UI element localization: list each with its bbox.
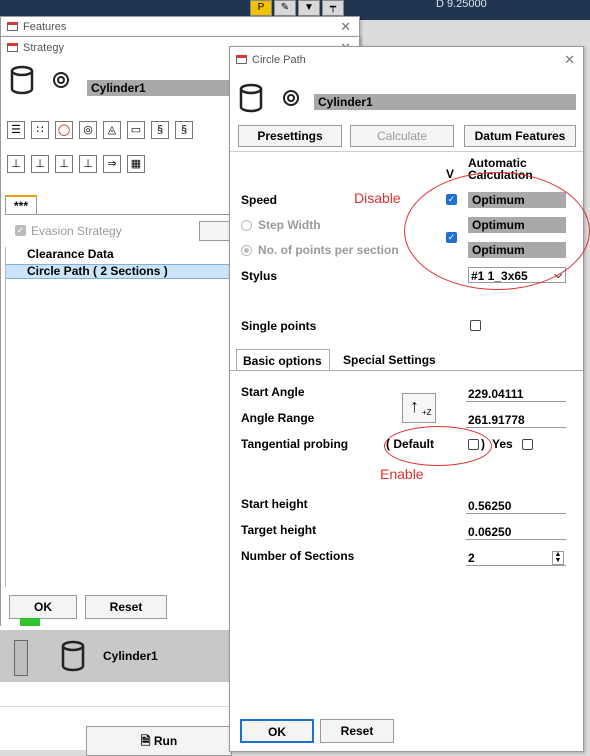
app-icon — [7, 22, 18, 31]
helix2-icon[interactable]: § — [175, 121, 193, 139]
cylinder-icon — [61, 640, 85, 672]
strategy-reset-button[interactable]: Reset — [85, 595, 167, 619]
direction-button[interactable]: ↑ +Z — [402, 393, 436, 423]
cylinder-path-icon[interactable]: ▭ — [127, 121, 145, 139]
close-icon[interactable]: ✕ — [340, 17, 351, 37]
arrow-up-icon: ↑ — [410, 396, 419, 416]
spinner-icon[interactable]: ▲ ▼ — [552, 551, 564, 565]
reset-button[interactable]: Reset — [320, 719, 394, 743]
arrow-right-icon[interactable]: ⇒ — [103, 155, 121, 173]
coordinate-readout: D 9.25000 — [436, 0, 487, 10]
angle-range-input[interactable]: 261.91778 — [466, 412, 566, 428]
calculate-button[interactable]: Calculate — [350, 125, 454, 147]
feature-row-name: Cylinder1 — [103, 649, 158, 663]
num-sections-value: 2 — [468, 551, 475, 565]
close-icon[interactable]: ✕ — [564, 47, 575, 73]
tab-divider — [5, 214, 265, 215]
yes-checkbox[interactable] — [522, 439, 533, 450]
start-angle-input[interactable]: 229.04111 — [466, 386, 566, 402]
probe-down-icon[interactable]: ⊥ — [7, 155, 25, 173]
single-points-checkbox[interactable] — [470, 320, 481, 331]
annotation-enable: Enable — [380, 466, 424, 482]
list-icon[interactable]: ☰ — [7, 121, 25, 139]
triangle-circle-icon[interactable]: ◬ — [103, 121, 121, 139]
datum-features-button[interactable]: Datum Features — [464, 125, 576, 147]
tab-special-settings[interactable]: Special Settings — [343, 353, 436, 367]
status-indicator — [20, 618, 40, 626]
app-icon — [7, 43, 18, 52]
angle-range-label: Angle Range — [241, 411, 315, 425]
helix-icon[interactable]: § — [151, 121, 169, 139]
points-icon[interactable]: ∷ — [31, 121, 49, 139]
tangential-label: Tangential probing — [241, 437, 349, 451]
arrow-down-icon[interactable]: ▼ — [298, 0, 320, 16]
step-width-radio[interactable] — [241, 220, 252, 231]
circle-path-titlebar: Circle Path ✕ — [230, 47, 583, 73]
start-height-label: Start height — [241, 497, 308, 511]
annotation-ellipse-enable — [384, 426, 492, 466]
panel-divider — [0, 706, 232, 707]
yes-label: Yes — [492, 437, 513, 451]
flag-icon[interactable]: P — [250, 0, 272, 16]
circle-target-icon — [53, 72, 69, 88]
strategy-ok-button[interactable]: OK — [9, 595, 77, 619]
feature-name-field[interactable]: Cylinder1 — [87, 80, 237, 96]
feature-panel: Cylinder1 🗎 Run — [0, 618, 232, 756]
circle-path-window: Circle Path ✕ Cylinder1 Presettings Calc… — [229, 46, 584, 752]
points-per-section-label: No. of points per section — [258, 243, 399, 257]
cylinder-icon — [239, 83, 263, 113]
pin-icon[interactable]: ┯ — [322, 0, 344, 16]
list-item-circle-path[interactable]: Circle Path ( 2 Sections ) — [27, 264, 168, 278]
ok-button[interactable]: OK — [240, 719, 314, 743]
single-points-label: Single points — [241, 319, 317, 333]
cube-icon[interactable]: ▦ — [127, 155, 145, 173]
strategy-title: Strategy — [23, 42, 64, 54]
evasion-label: Evasion Strategy — [31, 224, 122, 238]
run-label: Run — [153, 734, 178, 748]
annotation-ellipse-disable — [404, 172, 590, 290]
target-height-label: Target height — [241, 523, 317, 537]
pen-icon[interactable]: ✎ — [274, 0, 296, 16]
list-border — [5, 247, 6, 587]
num-sections-stepper[interactable]: 2 ▲ ▼ — [466, 550, 566, 566]
points-per-section-radio[interactable] — [241, 245, 252, 256]
target-height-input[interactable]: 0.06250 — [466, 524, 566, 540]
run-icon: 🗎 — [140, 734, 154, 748]
circle-target-icon — [283, 90, 299, 106]
direction-badge: +Z — [422, 408, 432, 417]
run-button[interactable]: 🗎 Run — [86, 726, 232, 756]
presettings-button[interactable]: Presettings — [238, 125, 342, 147]
tab-divider — [230, 370, 583, 371]
speed-label: Speed — [241, 193, 278, 207]
step-width-label: Step Width — [258, 218, 321, 232]
probe-multi2-icon[interactable]: ⊥ — [79, 155, 97, 173]
circle-icon[interactable]: ◯ — [55, 121, 73, 139]
annotation-disable: Disable — [354, 190, 401, 206]
features-title: Features — [23, 21, 67, 33]
stylus-label: Stylus — [241, 269, 278, 283]
start-angle-label: Start Angle — [241, 385, 305, 399]
double-circle-icon[interactable]: ◎ — [79, 121, 97, 139]
feature-row-marker — [14, 640, 28, 676]
header-divider — [230, 151, 583, 152]
tab-basic-label: Basic options — [243, 354, 322, 368]
cylinder-icon — [10, 65, 34, 95]
circle-path-title: Circle Path — [252, 54, 306, 66]
tab-stars[interactable]: *** — [5, 195, 37, 215]
evasion-checkbox[interactable]: ✓ — [15, 225, 26, 236]
app-icon — [236, 55, 247, 64]
num-sections-label: Number of Sections — [241, 549, 355, 563]
tab-basic-options[interactable]: Basic options — [236, 349, 330, 371]
probe-multi-icon[interactable]: ⊥ — [55, 155, 73, 173]
feature-name-field[interactable]: Cylinder1 — [314, 94, 576, 110]
list-item-clearance[interactable]: Clearance Data — [27, 247, 114, 261]
start-height-input[interactable]: 0.56250 — [466, 498, 566, 514]
features-titlebar: Features ✕ — [1, 17, 359, 37]
probe-down2-icon[interactable]: ⊥ — [31, 155, 49, 173]
